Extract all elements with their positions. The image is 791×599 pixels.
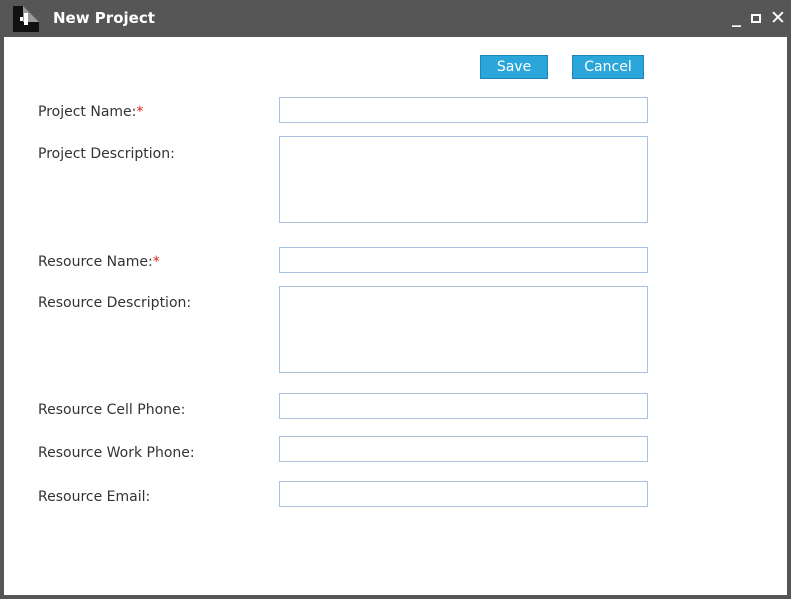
required-asterisk: * [152, 254, 160, 270]
project-description-textarea[interactable] [279, 136, 648, 223]
resource-email-input[interactable] [279, 481, 648, 507]
project-name-label: Project Name:* [38, 104, 143, 120]
maximize-button[interactable] [751, 14, 761, 23]
resource-work-phone-input[interactable] [279, 436, 648, 462]
resource-work-phone-label: Resource Work Phone: [38, 445, 195, 461]
resource-description-label: Resource Description: [38, 295, 192, 311]
project-name-input[interactable] [279, 97, 648, 123]
icon-fold [23, 6, 39, 22]
project-name-label-text: Project Name: [38, 104, 137, 120]
cancel-button[interactable]: Cancel [572, 55, 644, 79]
new-project-icon [13, 6, 39, 32]
resource-name-input[interactable] [279, 247, 648, 273]
resource-cell-phone-label: Resource Cell Phone: [38, 402, 186, 418]
new-project-dialog: New Project _ ✕ Save Cancel Project Name… [0, 0, 791, 599]
required-asterisk: * [136, 104, 144, 120]
resource-email-label: Resource Email: [38, 489, 151, 505]
resource-name-label: Resource Name:* [38, 254, 160, 270]
resource-name-label-text: Resource Name: [38, 254, 153, 270]
save-button[interactable]: Save [480, 55, 548, 79]
minimize-button[interactable]: _ [732, 7, 741, 28]
project-description-label: Project Description: [38, 146, 175, 162]
close-button[interactable]: ✕ [770, 7, 786, 29]
resource-description-textarea[interactable] [279, 286, 648, 373]
window-title: New Project [53, 9, 155, 27]
title-bar[interactable]: New Project _ ✕ [4, 0, 791, 37]
resource-cell-phone-input[interactable] [279, 393, 648, 419]
